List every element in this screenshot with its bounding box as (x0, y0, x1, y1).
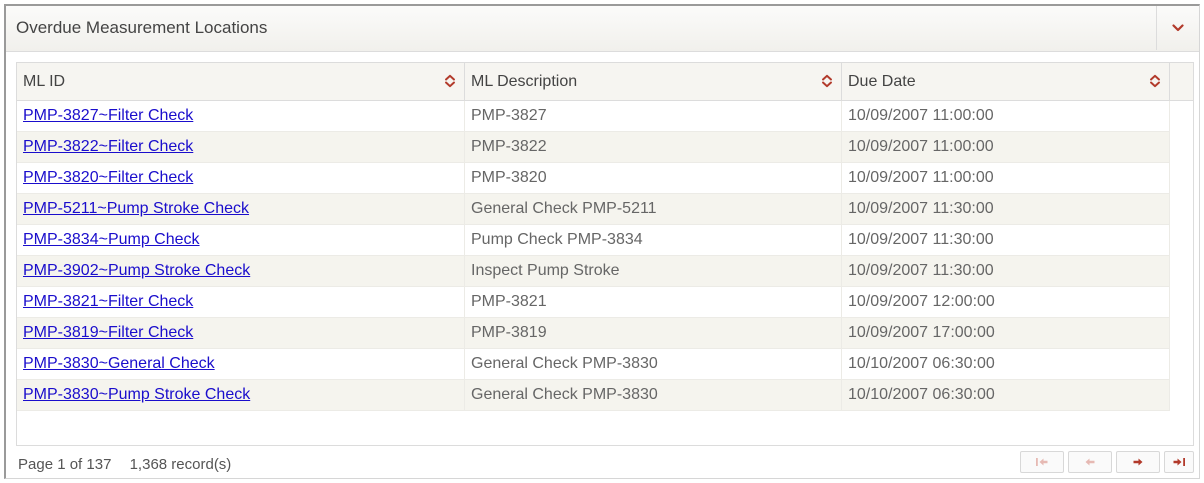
ml-id-link[interactable]: PMP-5211~Pump Stroke Check (23, 200, 249, 217)
cell-ml-description: Inspect Pump Stroke (465, 256, 842, 286)
cell-ml-description: PMP-3827 (465, 101, 842, 131)
last-page-icon (1173, 458, 1185, 466)
table-row: PMP-3821~Filter Check PMP-3821 10/09/200… (17, 287, 1170, 318)
grid-header-row: ML ID ML Description Due Date (17, 63, 1193, 101)
ml-id-link[interactable]: PMP-3821~Filter Check (23, 293, 193, 310)
table-row: PMP-3819~Filter Check PMP-3819 10/09/200… (17, 318, 1170, 349)
page-indicator: Page 1 of 137 (18, 456, 112, 473)
cell-due-date: 10/10/2007 06:30:00 (842, 349, 1170, 379)
cell-ml-id: PMP-3821~Filter Check (17, 287, 465, 317)
ml-id-link[interactable]: PMP-3830~General Check (23, 355, 215, 372)
column-header-spacer (1170, 63, 1193, 100)
cell-ml-id: PMP-3902~Pump Stroke Check (17, 256, 465, 286)
previous-page-button[interactable] (1068, 451, 1112, 473)
grid-body: PMP-3827~Filter Check PMP-3827 10/09/200… (17, 101, 1170, 411)
widget-header: Overdue Measurement Locations (6, 6, 1199, 52)
cell-due-date: 10/09/2007 17:00:00 (842, 318, 1170, 348)
cell-ml-id: PMP-3827~Filter Check (17, 101, 465, 131)
cell-due-date: 10/09/2007 11:30:00 (842, 256, 1170, 286)
column-header-label: Due Date (848, 73, 916, 90)
cell-ml-id: PMP-3834~Pump Check (17, 225, 465, 255)
table-row: PMP-3827~Filter Check PMP-3827 10/09/200… (17, 101, 1170, 132)
ml-id-link[interactable]: PMP-3820~Filter Check (23, 169, 193, 186)
column-header-due-date[interactable]: Due Date (842, 63, 1170, 100)
table-row: PMP-3822~Filter Check PMP-3822 10/09/200… (17, 132, 1170, 163)
sort-icon[interactable] (444, 74, 456, 88)
arrow-right-icon (1133, 458, 1143, 466)
ml-id-link[interactable]: PMP-3827~Filter Check (23, 107, 193, 124)
cell-due-date: 10/10/2007 06:30:00 (842, 380, 1170, 410)
ml-id-link[interactable]: PMP-3819~Filter Check (23, 324, 193, 341)
cell-ml-id: PMP-3830~Pump Stroke Check (17, 380, 465, 410)
cell-ml-description: PMP-3819 (465, 318, 842, 348)
page-info: Page 1 of 137 1,368 record(s) (18, 456, 245, 473)
arrow-left-icon (1085, 458, 1095, 466)
table-row: PMP-3902~Pump Stroke Check Inspect Pump … (17, 256, 1170, 287)
cell-ml-description: General Check PMP-3830 (465, 349, 842, 379)
ml-id-link[interactable]: PMP-3830~Pump Stroke Check (23, 386, 250, 403)
sort-icon[interactable] (821, 74, 833, 88)
table-row: PMP-3830~General Check General Check PMP… (17, 349, 1170, 380)
sort-icon[interactable] (1149, 74, 1161, 88)
cell-ml-description: PMP-3822 (465, 132, 842, 162)
column-header-label: ML Description (471, 73, 578, 90)
cell-ml-description: Pump Check PMP-3834 (465, 225, 842, 255)
cell-ml-id: PMP-3830~General Check (17, 349, 465, 379)
column-header-ml-description[interactable]: ML Description (465, 63, 842, 100)
chevron-down-icon (1172, 24, 1184, 32)
last-page-button[interactable] (1164, 451, 1194, 473)
table-row: PMP-3830~Pump Stroke Check General Check… (17, 380, 1170, 411)
table-row: PMP-5211~Pump Stroke Check General Check… (17, 194, 1170, 225)
cell-due-date: 10/09/2007 11:00:00 (842, 163, 1170, 193)
ml-id-link[interactable]: PMP-3902~Pump Stroke Check (23, 262, 250, 279)
cell-ml-id: PMP-5211~Pump Stroke Check (17, 194, 465, 224)
table-row: PMP-3834~Pump Check Pump Check PMP-3834 … (17, 225, 1170, 256)
cell-ml-id: PMP-3819~Filter Check (17, 318, 465, 348)
cell-due-date: 10/09/2007 11:30:00 (842, 225, 1170, 255)
record-count: 1,368 record(s) (129, 456, 232, 473)
cell-due-date: 10/09/2007 11:30:00 (842, 194, 1170, 224)
cell-due-date: 10/09/2007 12:00:00 (842, 287, 1170, 317)
first-page-button[interactable] (1020, 451, 1064, 473)
cell-due-date: 10/09/2007 11:00:00 (842, 132, 1170, 162)
widget-title: Overdue Measurement Locations (16, 18, 268, 37)
ml-id-link[interactable]: PMP-3822~Filter Check (23, 138, 193, 155)
ml-id-link[interactable]: PMP-3834~Pump Check (23, 231, 200, 248)
cell-ml-id: PMP-3820~Filter Check (17, 163, 465, 193)
first-page-icon (1036, 458, 1048, 466)
column-header-ml-id[interactable]: ML ID (17, 63, 465, 100)
next-page-button[interactable] (1116, 451, 1160, 473)
grid-footer: Page 1 of 137 1,368 record(s) (16, 451, 1194, 477)
column-header-label: ML ID (23, 73, 66, 90)
cell-ml-description: PMP-3820 (465, 163, 842, 193)
pager (1020, 451, 1194, 473)
table-row: PMP-3820~Filter Check PMP-3820 10/09/200… (17, 163, 1170, 194)
data-grid: ML ID ML Description Due Date PMP-3827~F… (16, 62, 1194, 446)
cell-ml-description: General Check PMP-3830 (465, 380, 842, 410)
collapse-button[interactable] (1156, 6, 1199, 50)
cell-ml-id: PMP-3822~Filter Check (17, 132, 465, 162)
cell-ml-description: PMP-3821 (465, 287, 842, 317)
cell-due-date: 10/09/2007 11:00:00 (842, 101, 1170, 131)
cell-ml-description: General Check PMP-5211 (465, 194, 842, 224)
overdue-ml-widget: Overdue Measurement Locations ML ID ML D… (4, 4, 1200, 479)
